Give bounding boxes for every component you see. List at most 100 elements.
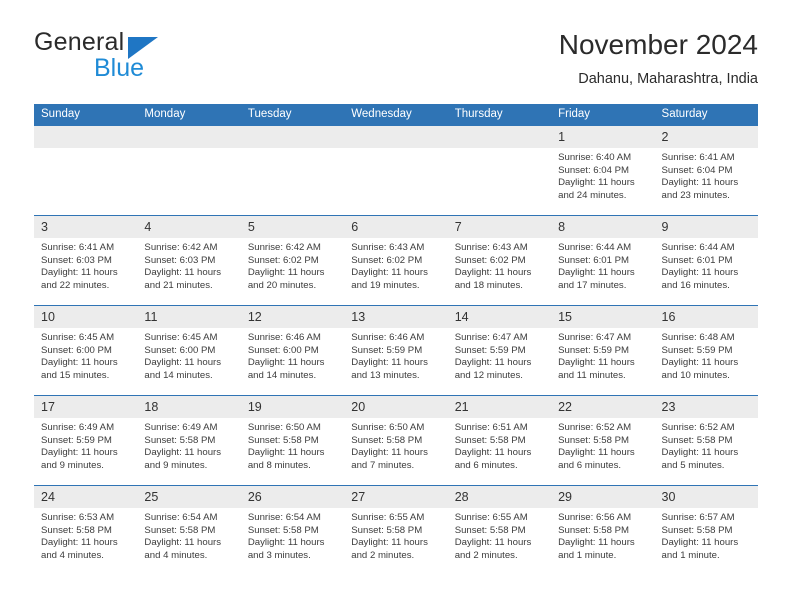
daylight-text: Daylight: 11 hours and 12 minutes.	[454, 357, 532, 381]
daylight-text: Daylight: 11 hours and 19 minutes.	[351, 267, 428, 291]
sunrise-text: Sunrise: 6:52 AM	[558, 422, 632, 433]
day-number: 10	[34, 306, 138, 328]
sunrise-text: Sunrise: 6:55 AM	[351, 512, 425, 523]
daylight-text: Daylight: 11 hours and 4 minutes.	[41, 537, 118, 561]
general-blue-logo[interactable]: General Blue	[34, 28, 274, 86]
day-cell[interactable]: 19 Sunrise: 6:50 AM Sunset: 5:58 PM Dayl…	[240, 396, 345, 485]
day-cell[interactable]: 16 Sunrise: 6:48 AM Sunset: 5:59 PM Dayl…	[654, 306, 758, 395]
sunrise-text: Sunrise: 6:57 AM	[661, 512, 735, 523]
sunset-text: Sunset: 5:58 PM	[144, 434, 216, 446]
day-cell[interactable]: 8 Sunrise: 6:44 AM Sunset: 6:01 PM Dayli…	[551, 216, 655, 305]
sunrise-text: Sunrise: 6:44 AM	[661, 242, 735, 253]
weekday-header-row: Sunday Monday Tuesday Wednesday Thursday…	[34, 104, 758, 125]
day-cell[interactable]: 21 Sunrise: 6:51 AM Sunset: 5:58 PM Dayl…	[447, 396, 552, 485]
day-cell[interactable]: 25 Sunrise: 6:54 AM Sunset: 5:58 PM Dayl…	[137, 486, 241, 575]
sunset-text: Sunset: 6:04 PM	[558, 164, 630, 176]
day-info: Sunrise: 6:47 AM Sunset: 5:59 PM Dayligh…	[448, 328, 551, 382]
day-cell[interactable]: 23 Sunrise: 6:52 AM Sunset: 5:58 PM Dayl…	[654, 396, 758, 485]
day-cell[interactable]: 30 Sunrise: 6:57 AM Sunset: 5:58 PM Dayl…	[654, 486, 758, 575]
sunset-text: Sunset: 5:58 PM	[351, 524, 423, 536]
sunset-text: Sunset: 5:58 PM	[247, 434, 319, 446]
sunrise-text: Sunrise: 6:56 AM	[558, 512, 632, 523]
day-cell[interactable]: 6 Sunrise: 6:43 AM Sunset: 6:02 PM Dayli…	[344, 216, 448, 305]
day-number: 12	[240, 306, 345, 328]
day-number	[447, 126, 552, 148]
weekday-header-tuesday: Tuesday	[247, 108, 292, 120]
day-cell[interactable]: 10 Sunrise: 6:45 AM Sunset: 6:00 PM Dayl…	[34, 306, 138, 395]
sunset-text: Sunset: 6:03 PM	[144, 254, 216, 266]
day-cell[interactable]: 22 Sunrise: 6:52 AM Sunset: 5:58 PM Dayl…	[551, 396, 655, 485]
logo-text-blue: Blue	[94, 54, 145, 82]
day-number: 2	[654, 126, 758, 148]
day-cell[interactable]: 28 Sunrise: 6:55 AM Sunset: 5:58 PM Dayl…	[447, 486, 552, 575]
day-number: 4	[137, 216, 241, 238]
day-info: Sunrise: 6:52 AM Sunset: 5:58 PM Dayligh…	[551, 418, 654, 472]
day-number: 13	[344, 306, 448, 328]
day-info	[344, 148, 447, 152]
sunset-text: Sunset: 6:00 PM	[144, 344, 216, 356]
day-cell[interactable]: 14 Sunrise: 6:47 AM Sunset: 5:59 PM Dayl…	[447, 306, 552, 395]
sunrise-text: Sunrise: 6:41 AM	[661, 152, 735, 163]
day-cell[interactable]: 13 Sunrise: 6:46 AM Sunset: 5:59 PM Dayl…	[344, 306, 448, 395]
sunset-text: Sunset: 6:02 PM	[351, 254, 423, 266]
sunrise-text: Sunrise: 6:43 AM	[351, 242, 425, 253]
day-cell[interactable]: 12 Sunrise: 6:46 AM Sunset: 6:00 PM Dayl…	[240, 306, 345, 395]
week-row: 1 Sunrise: 6:40 AM Sunset: 6:04 PM Dayli…	[34, 125, 758, 215]
day-cell	[137, 126, 241, 215]
sunrise-text: Sunrise: 6:45 AM	[41, 332, 115, 343]
sunrise-text: Sunrise: 6:42 AM	[144, 242, 218, 253]
sunset-text: Sunset: 5:58 PM	[454, 434, 526, 446]
day-cell	[240, 126, 345, 215]
day-info: Sunrise: 6:54 AM Sunset: 5:58 PM Dayligh…	[137, 508, 240, 562]
day-cell[interactable]: 7 Sunrise: 6:43 AM Sunset: 6:02 PM Dayli…	[447, 216, 552, 305]
daylight-text: Daylight: 11 hours and 6 minutes.	[558, 447, 635, 471]
day-info	[34, 148, 137, 152]
day-info	[448, 148, 551, 152]
day-info: Sunrise: 6:45 AM Sunset: 6:00 PM Dayligh…	[137, 328, 240, 382]
sunset-text: Sunset: 5:58 PM	[558, 524, 630, 536]
day-number: 26	[240, 486, 345, 508]
daylight-text: Daylight: 11 hours and 20 minutes.	[247, 267, 325, 291]
day-cell[interactable]: 29 Sunrise: 6:56 AM Sunset: 5:58 PM Dayl…	[551, 486, 655, 575]
day-cell[interactable]: 18 Sunrise: 6:49 AM Sunset: 5:58 PM Dayl…	[137, 396, 241, 485]
sunset-text: Sunset: 5:59 PM	[41, 434, 112, 446]
day-cell[interactable]: 26 Sunrise: 6:54 AM Sunset: 5:58 PM Dayl…	[240, 486, 345, 575]
day-cell[interactable]: 5 Sunrise: 6:42 AM Sunset: 6:02 PM Dayli…	[240, 216, 345, 305]
sunset-text: Sunset: 5:58 PM	[558, 434, 630, 446]
sunset-text: Sunset: 6:03 PM	[41, 254, 112, 266]
daylight-text: Daylight: 11 hours and 6 minutes.	[454, 447, 532, 471]
day-cell[interactable]: 27 Sunrise: 6:55 AM Sunset: 5:58 PM Dayl…	[344, 486, 448, 575]
sunset-text: Sunset: 5:58 PM	[41, 524, 112, 536]
daylight-text: Daylight: 11 hours and 9 minutes.	[144, 447, 222, 471]
sunrise-text: Sunrise: 6:54 AM	[144, 512, 218, 523]
day-number: 11	[137, 306, 241, 328]
day-number: 14	[447, 306, 552, 328]
sunrise-text: Sunrise: 6:48 AM	[661, 332, 735, 343]
week-row: 17 Sunrise: 6:49 AM Sunset: 5:59 PM Dayl…	[34, 395, 758, 485]
day-cell[interactable]: 3 Sunrise: 6:41 AM Sunset: 6:03 PM Dayli…	[34, 216, 138, 305]
sunrise-text: Sunrise: 6:50 AM	[247, 422, 321, 433]
daylight-text: Daylight: 11 hours and 9 minutes.	[41, 447, 118, 471]
day-cell[interactable]: 1 Sunrise: 6:40 AM Sunset: 6:04 PM Dayli…	[551, 126, 655, 215]
day-cell[interactable]: 20 Sunrise: 6:50 AM Sunset: 5:58 PM Dayl…	[344, 396, 448, 485]
week-row: 24 Sunrise: 6:53 AM Sunset: 5:58 PM Dayl…	[34, 485, 758, 575]
weekday-header-sunday: Sunday	[41, 108, 81, 120]
day-cell[interactable]: 11 Sunrise: 6:45 AM Sunset: 6:00 PM Dayl…	[137, 306, 241, 395]
daylight-text: Daylight: 11 hours and 1 minute.	[558, 537, 635, 561]
day-cell[interactable]: 2 Sunrise: 6:41 AM Sunset: 6:04 PM Dayli…	[654, 126, 758, 215]
day-cell[interactable]: 24 Sunrise: 6:53 AM Sunset: 5:58 PM Dayl…	[34, 486, 138, 575]
weekday-header-monday: Monday	[144, 108, 186, 120]
weekday-header-wednesday: Wednesday	[351, 108, 412, 120]
day-cell[interactable]: 15 Sunrise: 6:47 AM Sunset: 5:59 PM Dayl…	[551, 306, 655, 395]
daylight-text: Daylight: 11 hours and 21 minutes.	[144, 267, 222, 291]
day-cell[interactable]: 9 Sunrise: 6:44 AM Sunset: 6:01 PM Dayli…	[654, 216, 758, 305]
day-cell[interactable]: 17 Sunrise: 6:49 AM Sunset: 5:59 PM Dayl…	[34, 396, 138, 485]
day-info: Sunrise: 6:56 AM Sunset: 5:58 PM Dayligh…	[551, 508, 654, 562]
day-cell[interactable]: 4 Sunrise: 6:42 AM Sunset: 6:03 PM Dayli…	[137, 216, 241, 305]
sunrise-text: Sunrise: 6:50 AM	[351, 422, 425, 433]
day-info: Sunrise: 6:52 AM Sunset: 5:58 PM Dayligh…	[655, 418, 758, 472]
sunset-text: Sunset: 5:58 PM	[454, 524, 526, 536]
sunset-text: Sunset: 5:59 PM	[661, 344, 733, 356]
day-number	[137, 126, 241, 148]
daylight-text: Daylight: 11 hours and 14 minutes.	[247, 357, 325, 381]
